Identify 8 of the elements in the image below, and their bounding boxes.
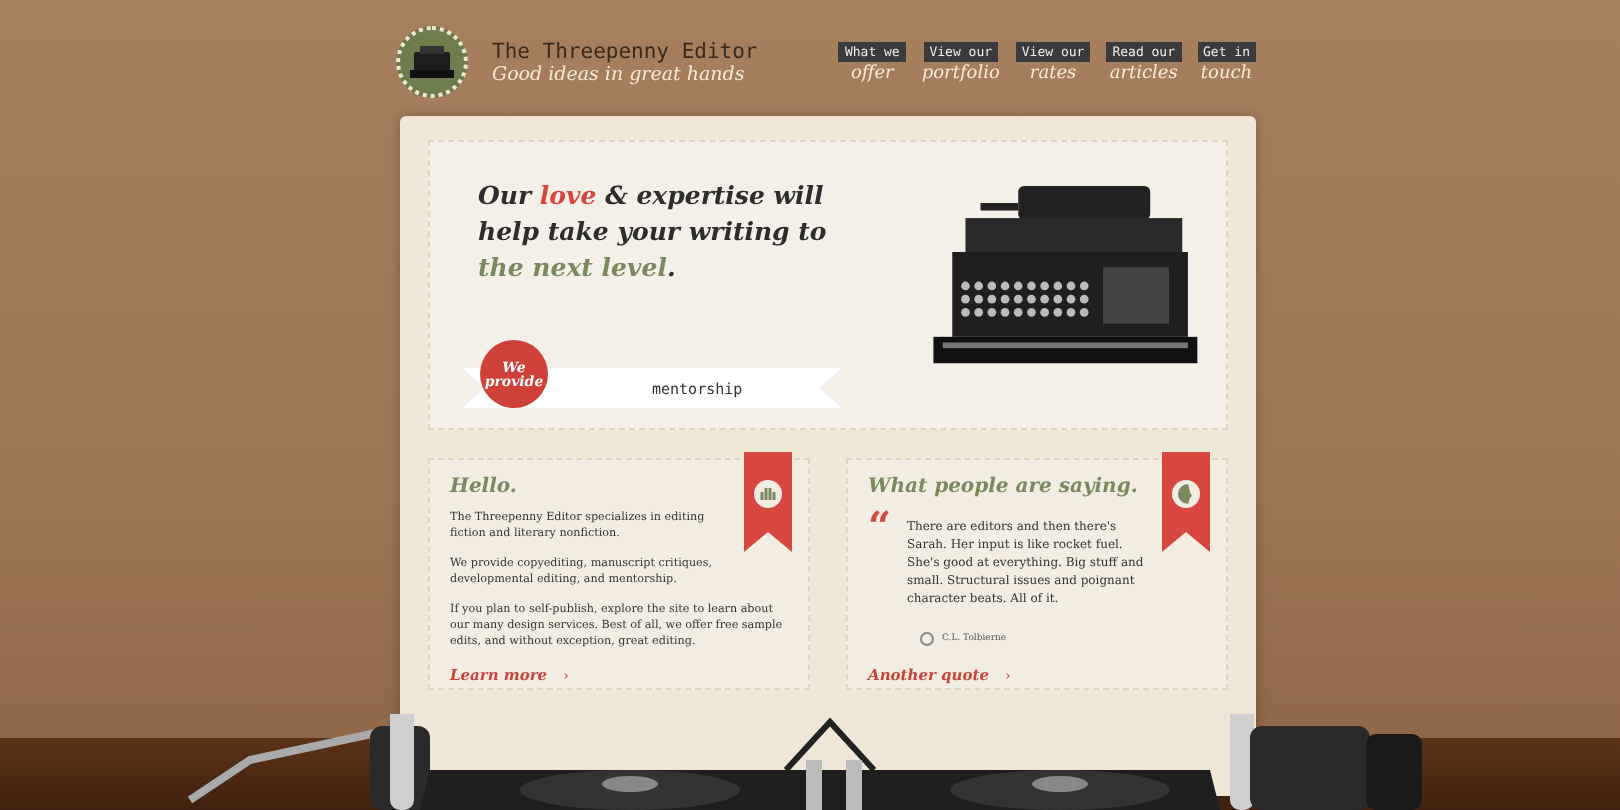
site-title: The Threepenny Editor bbox=[492, 39, 760, 63]
logo-typewriter-icon bbox=[396, 26, 468, 98]
site-tagline: Good ideas in great hands bbox=[492, 63, 747, 85]
card-title: Hello. bbox=[450, 476, 519, 498]
avatar-icon bbox=[920, 632, 934, 646]
hero-headline: Our love & expertise will help take your writing to the next level. bbox=[478, 178, 829, 287]
quote-mark: “ bbox=[868, 510, 892, 554]
card-title: What people are saying. bbox=[868, 476, 1138, 498]
